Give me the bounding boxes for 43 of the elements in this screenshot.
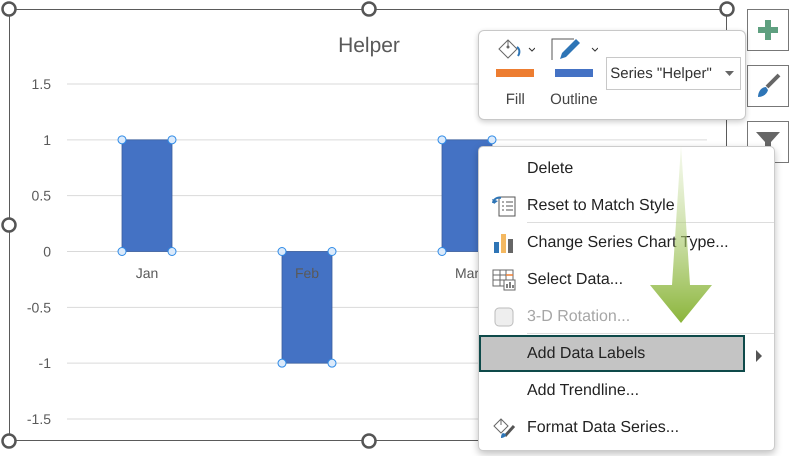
axis-label: 1.5 xyxy=(32,76,51,92)
selection-point[interactable] xyxy=(328,358,336,368)
add-element-button[interactable] xyxy=(747,9,789,51)
selection-point[interactable] xyxy=(328,247,336,256)
chart-styles-button[interactable] xyxy=(747,65,789,107)
selection-point[interactable] xyxy=(488,135,496,144)
table-chart-icon xyxy=(492,268,516,290)
selection-point[interactable] xyxy=(438,135,446,144)
selection-point[interactable] xyxy=(118,135,126,144)
axis-label: 0 xyxy=(43,244,51,260)
resize-handle[interactable] xyxy=(1,433,17,449)
axis-label: 1 xyxy=(43,132,51,148)
caret-icon xyxy=(725,71,734,76)
category-label: Mar xyxy=(454,265,480,281)
outline-button[interactable]: Outline xyxy=(548,37,600,108)
fill-button[interactable]: Fill xyxy=(489,37,542,108)
selection-point[interactable] xyxy=(168,135,176,144)
category-label: Feb xyxy=(294,265,320,281)
resize-handle[interactable] xyxy=(361,1,377,17)
selection-point[interactable] xyxy=(118,247,126,256)
cube-icon xyxy=(493,306,515,328)
brush-icon xyxy=(755,73,781,99)
bar-chart-icon xyxy=(493,232,515,254)
category-label: Jan xyxy=(136,265,158,281)
paint-bucket-icon xyxy=(491,416,517,440)
series-dropdown[interactable]: Series "Helper" xyxy=(606,57,741,90)
axis-label: 0.5 xyxy=(32,188,51,204)
menu-item[interactable]: Add Data Labels xyxy=(479,335,745,372)
resize-handle[interactable] xyxy=(719,1,735,17)
reset-style-icon xyxy=(491,194,517,216)
selection-point[interactable] xyxy=(278,247,286,256)
chart-title: Helper xyxy=(338,34,400,57)
selection-point[interactable] xyxy=(438,247,446,256)
resize-handle[interactable] xyxy=(361,433,377,449)
selection-point[interactable] xyxy=(278,358,286,368)
resize-handle[interactable] xyxy=(1,1,17,17)
axis-label: -0.5 xyxy=(26,299,51,316)
axis-label: -1.5 xyxy=(26,411,51,427)
selection-point[interactable] xyxy=(168,247,176,256)
pencil-icon xyxy=(550,37,598,61)
resize-handle[interactable] xyxy=(1,217,17,233)
axis-label: -1 xyxy=(38,355,51,372)
plus-icon xyxy=(757,19,779,41)
